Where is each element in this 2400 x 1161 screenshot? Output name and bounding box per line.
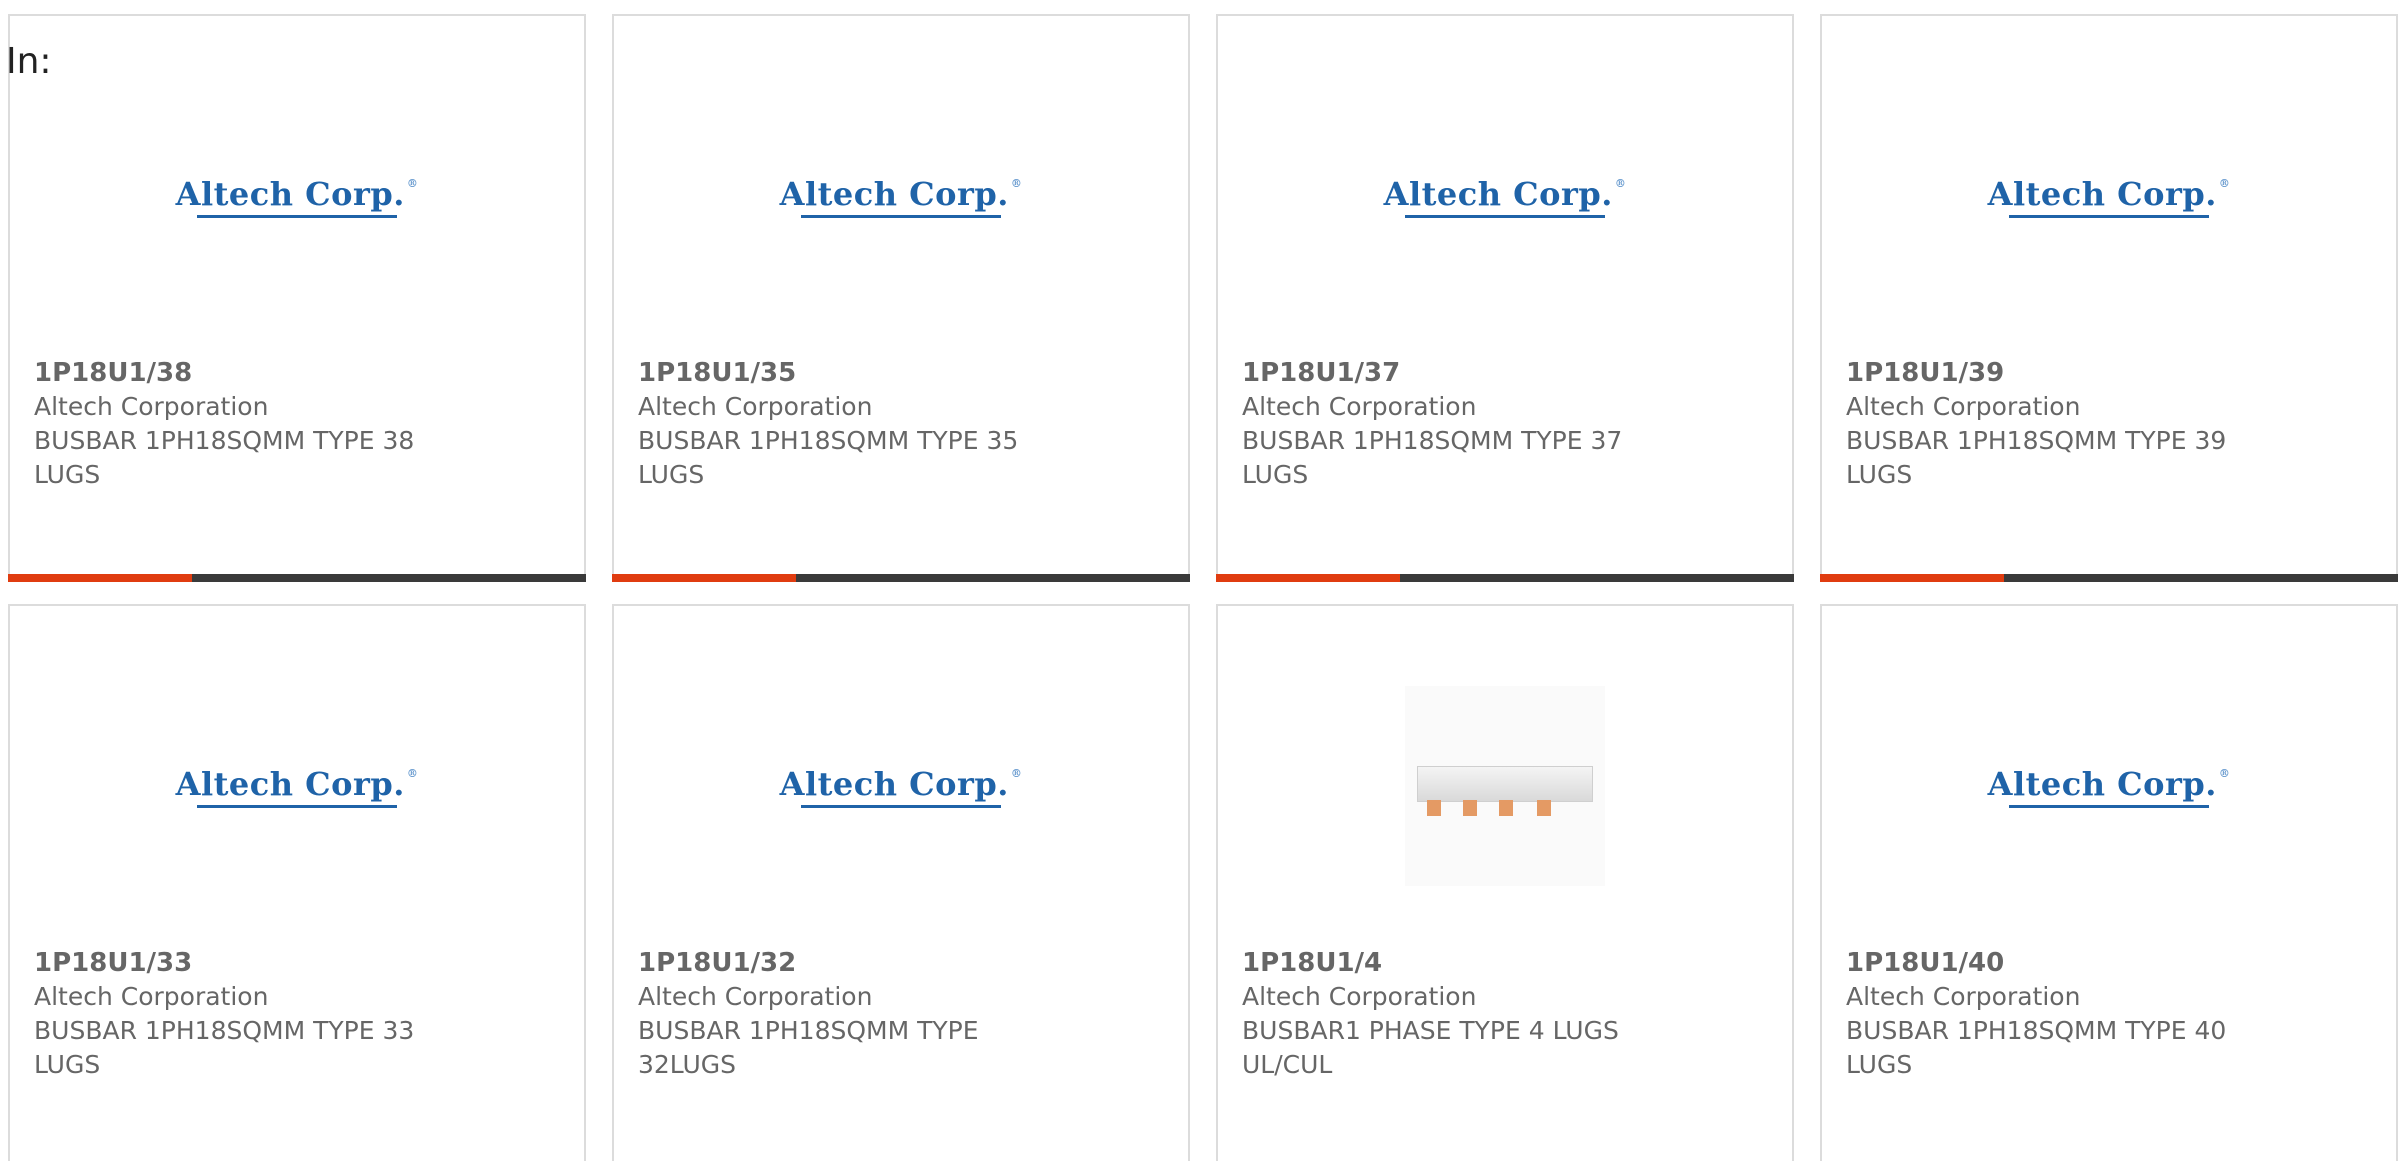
- altech-logo: Altech Corp. ®: [1988, 765, 2231, 808]
- altech-logo: Altech Corp. ®: [780, 765, 1023, 808]
- product-info: 1P18U1/37 Altech Corporation BUSBAR 1PH18S…: [1242, 356, 1762, 492]
- logo-underline: [2008, 214, 2209, 218]
- busbar-body: [1417, 766, 1593, 802]
- product-image[interactable]: Altech Corp. ®: [614, 736, 1188, 836]
- busbar-lug: [1537, 800, 1551, 816]
- product-image[interactable]: Altech Corp. ®: [1822, 146, 2396, 246]
- product-image[interactable]: Altech Corp. ®: [10, 736, 584, 836]
- altech-logo: Altech Corp. ®: [780, 175, 1023, 218]
- card-footer-accent: [612, 574, 796, 582]
- logo-registered-mark: ®: [2218, 766, 2231, 780]
- part-number-link[interactable]: 1P18U1/38: [34, 356, 554, 390]
- manufacturer-name: Altech Corporation: [34, 392, 269, 421]
- manufacturer-name: Altech Corporation: [638, 392, 873, 421]
- product-info: 1P18U1/38 Altech Corporation BUSBAR 1PH18S…: [34, 356, 554, 492]
- logo-registered-mark: ®: [1010, 766, 1023, 780]
- part-number-link[interactable]: 1P18U1/32: [638, 946, 1158, 980]
- product-card[interactable]: Altech Corp. ® 1P18U1/37 Altech Corporation…: [1216, 14, 1794, 582]
- logo-text: Altech Corp. ®: [176, 765, 419, 803]
- product-info: 1P18U1/39 Altech Corporation BUSBAR 1PH18S…: [1846, 356, 2366, 492]
- product-card[interactable]: 1P18U1/4 Altech Corporation BUSBAR1 PHASE …: [1216, 604, 1794, 1161]
- logo-registered-mark: ®: [2218, 176, 2231, 190]
- part-number-link[interactable]: 1P18U1/37: [1242, 356, 1762, 390]
- product-image[interactable]: [1218, 686, 1792, 886]
- logo-text: Altech Corp. ®: [1988, 175, 2231, 213]
- logo-text: Altech Corp. ®: [780, 175, 1023, 213]
- filter-label: In:: [6, 41, 52, 82]
- product-description: BUSBAR 1PH18SQMM TYPE 40 LUGS: [1846, 1016, 2227, 1079]
- logo-wordmark: Altech Corp.: [175, 764, 405, 803]
- manufacturer-name: Altech Corporation: [1846, 392, 2081, 421]
- logo-registered-mark: ®: [406, 766, 419, 780]
- product-card[interactable]: Altech Corp. ® 1P18U1/39 Altech Corporation…: [1820, 14, 2398, 582]
- product-info: 1P18U1/32 Altech Corporation BUSBAR 1PH18S…: [638, 946, 1158, 1082]
- product-description: BUSBAR 1PH18SQMM TYPE 33 LUGS: [34, 1016, 415, 1079]
- card-footer-bar: [8, 574, 586, 582]
- part-number-link[interactable]: 1P18U1/39: [1846, 356, 2366, 390]
- product-info: 1P18U1/33 Altech Corporation BUSBAR 1PH18S…: [34, 946, 554, 1082]
- altech-logo: Altech Corp. ®: [1384, 175, 1627, 218]
- logo-registered-mark: ®: [1010, 176, 1023, 190]
- product-info: 1P18U1/40 Altech Corporation BUSBAR 1PH18S…: [1846, 946, 2366, 1082]
- manufacturer-name: Altech Corporation: [34, 982, 269, 1011]
- product-description: BUSBAR 1PH18SQMM TYPE 32LUGS: [638, 1016, 979, 1079]
- logo-wordmark: Altech Corp.: [175, 174, 405, 213]
- product-description: BUSBAR 1PH18SQMM TYPE 35 LUGS: [638, 426, 1019, 489]
- logo-text: Altech Corp. ®: [1384, 175, 1627, 213]
- logo-underline: [2008, 804, 2209, 808]
- card-footer-accent: [1216, 574, 1400, 582]
- logo-wordmark: Altech Corp.: [779, 764, 1009, 803]
- product-image[interactable]: Altech Corp. ®: [1822, 736, 2396, 836]
- logo-underline: [800, 214, 1001, 218]
- product-image[interactable]: Altech Corp. ®: [10, 146, 584, 246]
- card-footer-accent: [1820, 574, 2004, 582]
- busbar-lug: [1427, 800, 1441, 816]
- product-description: BUSBAR1 PHASE TYPE 4 LUGS UL/CUL: [1242, 1016, 1619, 1079]
- busbar-lug: [1463, 800, 1477, 816]
- logo-wordmark: Altech Corp.: [1987, 174, 2217, 213]
- product-description: BUSBAR 1PH18SQMM TYPE 39 LUGS: [1846, 426, 2227, 489]
- altech-logo: Altech Corp. ®: [1988, 175, 2231, 218]
- product-card[interactable]: Altech Corp. ® 1P18U1/38 Altech Corporation…: [8, 14, 586, 582]
- altech-logo: Altech Corp. ®: [176, 765, 419, 808]
- product-card[interactable]: Altech Corp. ® 1P18U1/35 Altech Corporation…: [612, 14, 1190, 582]
- part-number-link[interactable]: 1P18U1/35: [638, 356, 1158, 390]
- logo-wordmark: Altech Corp.: [1383, 174, 1613, 213]
- product-description: BUSBAR 1PH18SQMM TYPE 37 LUGS: [1242, 426, 1623, 489]
- logo-text: Altech Corp. ®: [1988, 765, 2231, 803]
- logo-underline: [800, 804, 1001, 808]
- logo-text: Altech Corp. ®: [176, 175, 419, 213]
- manufacturer-name: Altech Corporation: [1846, 982, 2081, 1011]
- logo-underline: [196, 214, 397, 218]
- logo-text: Altech Corp. ®: [780, 765, 1023, 803]
- product-card[interactable]: Altech Corp. ® 1P18U1/33 Altech Corporation…: [8, 604, 586, 1161]
- logo-wordmark: Altech Corp.: [779, 174, 1009, 213]
- logo-registered-mark: ®: [1614, 176, 1627, 190]
- card-footer-bar: [1216, 574, 1794, 582]
- manufacturer-name: Altech Corporation: [1242, 392, 1477, 421]
- product-card[interactable]: Altech Corp. ® 1P18U1/32 Altech Corporation…: [612, 604, 1190, 1161]
- logo-registered-mark: ®: [406, 176, 419, 190]
- product-image[interactable]: Altech Corp. ®: [1218, 146, 1792, 246]
- product-image[interactable]: Altech Corp. ®: [614, 146, 1188, 246]
- product-listing-page: In: Altech Corp. ® 1P18U1/38 Altech Corpora…: [0, 0, 2400, 1161]
- busbar-photo: [1405, 686, 1605, 886]
- card-footer-bar: [1820, 574, 2398, 582]
- product-card[interactable]: Altech Corp. ® 1P18U1/40 Altech Corporation…: [1820, 604, 2398, 1161]
- busbar-lug: [1499, 800, 1513, 816]
- logo-underline: [1404, 214, 1605, 218]
- part-number-link[interactable]: 1P18U1/4: [1242, 946, 1762, 980]
- logo-underline: [196, 804, 397, 808]
- part-number-link[interactable]: 1P18U1/40: [1846, 946, 2366, 980]
- altech-logo: Altech Corp. ®: [176, 175, 419, 218]
- card-footer-accent: [8, 574, 192, 582]
- product-info: 1P18U1/4 Altech Corporation BUSBAR1 PHASE …: [1242, 946, 1762, 1082]
- product-description: BUSBAR 1PH18SQMM TYPE 38 LUGS: [34, 426, 415, 489]
- part-number-link[interactable]: 1P18U1/33: [34, 946, 554, 980]
- manufacturer-name: Altech Corporation: [1242, 982, 1477, 1011]
- manufacturer-name: Altech Corporation: [638, 982, 873, 1011]
- logo-wordmark: Altech Corp.: [1987, 764, 2217, 803]
- product-info: 1P18U1/35 Altech Corporation BUSBAR 1PH18S…: [638, 356, 1158, 492]
- card-footer-bar: [612, 574, 1190, 582]
